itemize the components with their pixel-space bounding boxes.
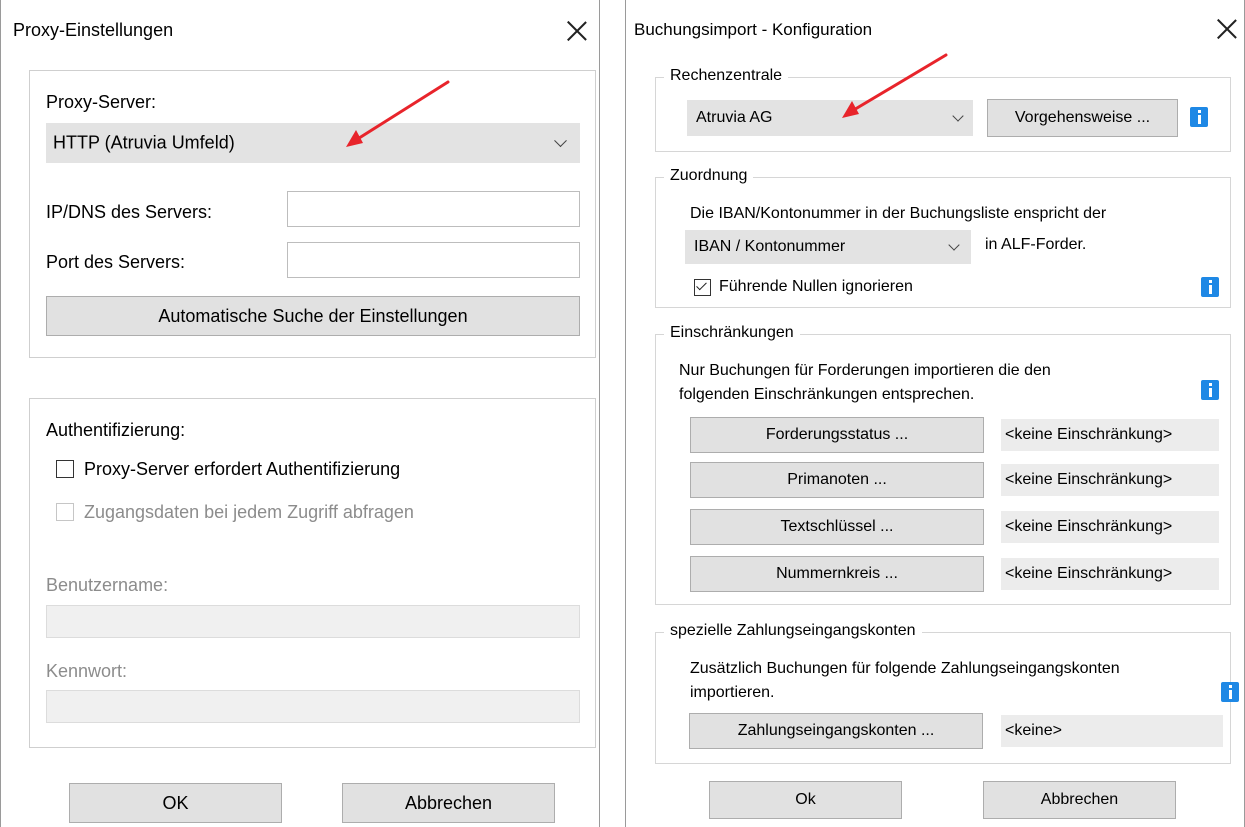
auto-search-button[interactable]: Automatische Suche der Einstellungen [46, 296, 580, 336]
chevron-down-icon [554, 134, 567, 148]
import-config-dialog: Buchungsimport - Konfiguration Rechenzen… [625, 0, 1245, 827]
username-label: Benutzername: [46, 575, 169, 595]
zuordnung-select-value: IBAN / Kontonummer [694, 238, 846, 255]
proxy-server-label: Proxy-Server: [46, 92, 157, 112]
info-icon[interactable] [1201, 380, 1219, 400]
import-dialog-titlebar: Buchungsimport - Konfiguration [626, 0, 1244, 58]
chevron-down-icon [952, 110, 964, 122]
einschraenkungen-legend: Einschränkungen [664, 324, 800, 342]
zahlungseingangskonten-button[interactable]: Zahlungseingangskonten ... [689, 713, 983, 749]
zahlungseingangskonten-legend: spezielle Zahlungseingangskonten [664, 622, 922, 640]
authentication-label: Authentifizierung: [46, 420, 186, 440]
prompt-credentials-checkbox [56, 503, 74, 521]
password-input [46, 690, 580, 723]
primanoten-value: <keine Einschränkung> [1001, 464, 1219, 496]
proxy-server-panel: Proxy-Server: HTTP (Atruvia Umfeld) IP/D… [29, 70, 596, 358]
leading-zeros-checkbox[interactable] [694, 279, 711, 296]
username-input [46, 605, 580, 638]
checkmark-icon [696, 279, 707, 291]
einschraenkungen-description-line2: folgenden Einschränkungen entsprechen. [679, 386, 975, 403]
zahlungseingangskonten-group: spezielle Zahlungseingangskonten Zusätzl… [655, 622, 1239, 764]
close-icon[interactable] [566, 20, 588, 42]
nummernkreis-value: <keine Einschränkung> [1001, 558, 1219, 590]
forderungsstatus-value: <keine Einschränkung> [1001, 419, 1219, 451]
password-label: Kennwort: [46, 661, 128, 681]
auth-required-label[interactable]: Proxy-Server erfordert Authentifizierung [84, 459, 400, 480]
rechenzentrale-legend: Rechenzentrale [664, 67, 789, 85]
info-icon[interactable] [1221, 682, 1239, 702]
prompt-credentials-label: Zugangsdaten bei jedem Zugriff abfragen [84, 502, 414, 522]
cancel-button[interactable]: Abbrechen [342, 783, 555, 823]
auth-required-checkbox[interactable] [56, 460, 74, 478]
rechenzentrale-group: Rechenzentrale Atruvia AG Vorgehensweise… [655, 67, 1231, 152]
ok-button[interactable]: OK [69, 783, 282, 823]
port-input[interactable] [287, 242, 580, 278]
rechenzentrale-select[interactable]: Atruvia AG [687, 100, 973, 136]
zuordnung-suffix: in ALF-Forder. [985, 236, 1087, 253]
zuordnung-description: Die IBAN/Kontonummer in der Buchungslist… [690, 205, 1107, 222]
rechenzentrale-select-value: Atruvia AG [696, 109, 773, 126]
proxy-server-select-value: HTTP (Atruvia Umfeld) [53, 132, 235, 153]
zuordnung-legend: Zuordnung [664, 167, 754, 185]
zuordnung-select[interactable]: IBAN / Kontonummer [685, 230, 971, 264]
textschluessel-button[interactable]: Textschlüssel ... [690, 509, 984, 545]
ip-dns-input[interactable] [287, 191, 580, 227]
zahlungseingangskonten-value: <keine> [1001, 715, 1223, 747]
proxy-dialog-title: Proxy-Einstellungen [13, 20, 174, 40]
authentication-panel: Authentifizierung: Proxy-Server erforder… [29, 398, 596, 748]
proxy-dialog-titlebar: Proxy-Einstellungen [1, 0, 599, 58]
close-icon[interactable] [1216, 18, 1238, 40]
textschluessel-value: <keine Einschränkung> [1001, 511, 1219, 543]
forderungsstatus-button[interactable]: Forderungsstatus ... [690, 417, 984, 453]
procedure-button[interactable]: Vorgehensweise ... [987, 99, 1178, 137]
ip-dns-label: IP/DNS des Servers: [46, 202, 213, 222]
einschraenkungen-description-line1: Nur Buchungen für Forderungen importiere… [679, 362, 1051, 379]
port-label: Port des Servers: [46, 252, 186, 272]
zuordnung-group: Zuordnung Die IBAN/Kontonummer in der Bu… [655, 167, 1231, 308]
proxy-settings-dialog: Proxy-Einstellungen Proxy-Server: HTTP (… [0, 0, 600, 827]
leading-zeros-label[interactable]: Führende Nullen ignorieren [719, 278, 913, 296]
info-icon[interactable] [1190, 107, 1208, 127]
nummernkreis-button[interactable]: Nummernkreis ... [690, 556, 984, 592]
proxy-server-select[interactable]: HTTP (Atruvia Umfeld) [46, 123, 580, 163]
chevron-down-icon [948, 239, 960, 251]
info-icon[interactable] [1201, 277, 1219, 297]
primanoten-button[interactable]: Primanoten ... [690, 462, 984, 498]
cancel-button[interactable]: Abbrechen [983, 781, 1176, 819]
einschraenkungen-group: Einschränkungen Nur Buchungen für Forder… [655, 324, 1231, 605]
ok-button[interactable]: Ok [709, 781, 902, 819]
zahlungseingangskonten-description-line1: Zusätzlich Buchungen für folgende Zahlun… [690, 660, 1120, 677]
import-dialog-title: Buchungsimport - Konfiguration [634, 20, 873, 39]
zahlungseingangskonten-description-line2: importieren. [690, 684, 775, 701]
